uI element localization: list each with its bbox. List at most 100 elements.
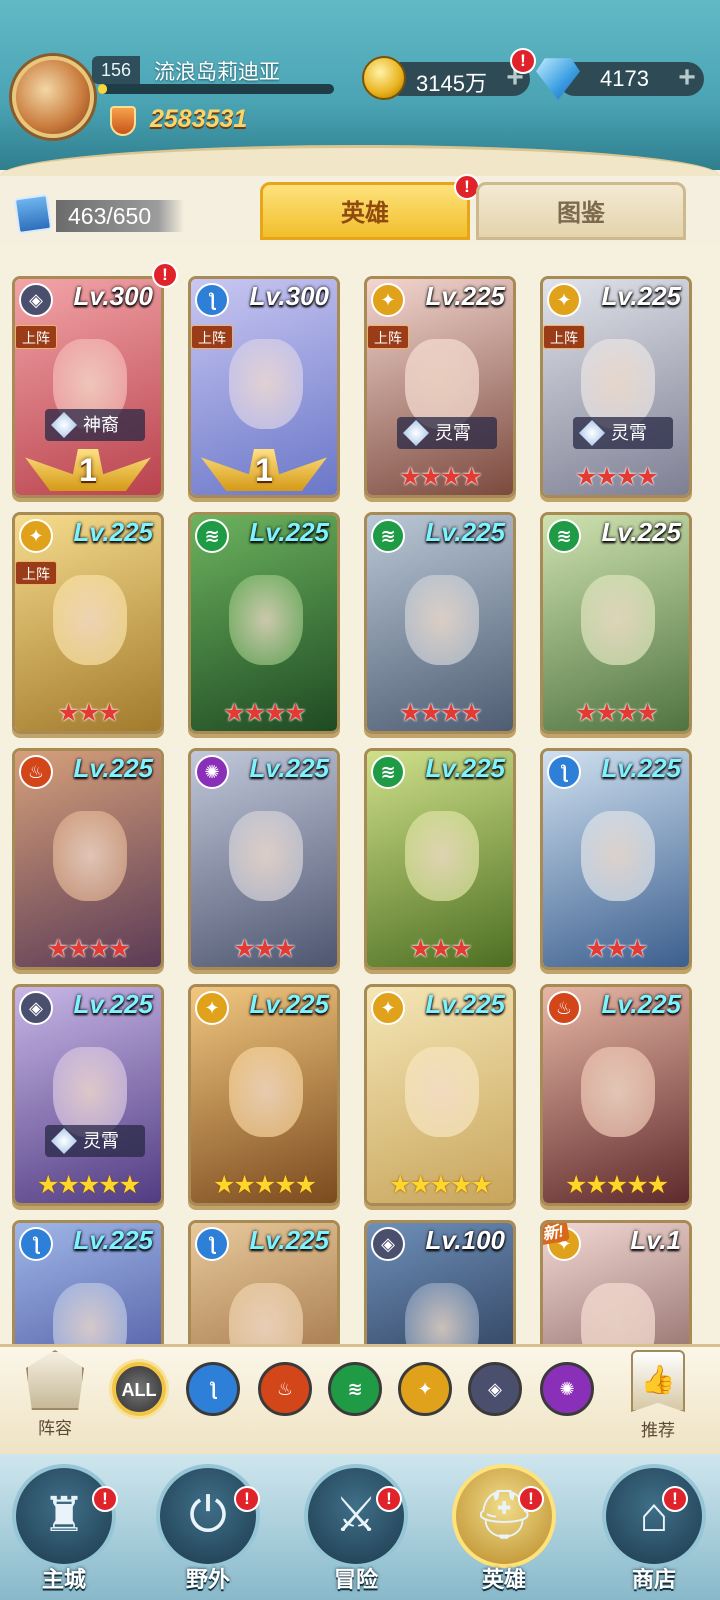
hero-level: Lv.225: [73, 989, 153, 1019]
deployed-tag: 上阵: [15, 325, 57, 349]
hero-card[interactable]: ✦ Lv.225 ★★★★★: [364, 984, 516, 1206]
faction-water-icon: ƪ: [547, 755, 581, 789]
player-avatar[interactable]: [12, 56, 94, 138]
hero-level: Lv.225: [601, 281, 681, 311]
hero-card[interactable]: ƪ Lv.225 ★★★: [540, 748, 692, 970]
hero-card[interactable]: ♨ Lv.225 ★★★★★: [540, 984, 692, 1206]
power-value: 2583531: [150, 105, 248, 133]
gold-amount: 3145万: [416, 71, 487, 96]
hero-card[interactable]: ≋ Lv.225 ★★★★: [540, 512, 692, 734]
hero-card[interactable]: ≋ Lv.225 ★★★★: [364, 512, 516, 734]
faction-dark-icon: ◈: [19, 991, 53, 1025]
lineup-icon: [26, 1350, 84, 1410]
faction-light-icon: ✦: [195, 991, 229, 1025]
hero-card[interactable]: ✦ Lv.225 上阵 灵霄 ★★★★: [540, 276, 692, 498]
shop-icon: ⌂: [639, 1489, 669, 1542]
hero-level: Lv.225: [601, 753, 681, 783]
hero-figure: [405, 1283, 479, 1344]
hero-alert-badge: !: [152, 262, 178, 288]
filter-wind-icon[interactable]: ≋: [328, 1362, 382, 1416]
hero-card[interactable]: ✦ Lv.1 新!: [540, 1220, 692, 1344]
add-diamond-button[interactable]: +: [672, 63, 702, 94]
nav-heroes[interactable]: ⛑ 英雄: [444, 1464, 564, 1600]
nav-wilderness[interactable]: ⏻ 野外: [148, 1464, 268, 1600]
filter-water-icon[interactable]: ƪ: [186, 1362, 240, 1416]
hero-figure: [53, 1047, 127, 1137]
faction-light-icon: ✦: [19, 519, 53, 553]
star-rating: ★★★★★: [36, 1171, 141, 1199]
faction-wind-icon: ≋: [547, 519, 581, 553]
faction-light-icon: ✦: [547, 283, 581, 317]
hero-title-badge: 灵霄: [397, 417, 497, 449]
awaken-rank: 1: [79, 452, 97, 488]
deployed-tag: 上阵: [367, 325, 409, 349]
filter-void-icon[interactable]: ✺: [540, 1362, 594, 1416]
hero-card[interactable]: ƪ Lv.300 上阵 1: [188, 276, 340, 498]
nav-shop[interactable]: ⌂ 商店: [594, 1464, 714, 1600]
hero-card[interactable]: ✦ Lv.225 ★★★★★: [188, 984, 340, 1206]
recommend-button[interactable]: 👍 推荐: [622, 1350, 694, 1441]
hero-card[interactable]: ƪ Lv.225: [188, 1220, 340, 1344]
hero-card[interactable]: ≋ Lv.225 ★★★: [364, 748, 516, 970]
faction-light-icon: ✦: [371, 991, 405, 1025]
star-rating: ★★★: [585, 935, 648, 963]
faction-water-icon: ƪ: [19, 1227, 53, 1261]
filter-dark-icon[interactable]: ◈: [468, 1362, 522, 1416]
hero-card[interactable]: ◈ Lv.300 上阵神裔 1: [12, 276, 164, 498]
faction-fire-icon: ♨: [547, 991, 581, 1025]
awaken-rank: 1: [255, 452, 273, 488]
star-rating: ★★★★: [47, 935, 131, 963]
faction-dark-icon: ◈: [19, 283, 53, 317]
lineup-label: 阵容: [38, 1419, 72, 1438]
faction-light-icon: ✦: [371, 283, 405, 317]
filter-all-button[interactable]: ALL: [112, 1362, 166, 1416]
hero-figure: [405, 575, 479, 665]
deployed-tag: 上阵: [191, 325, 233, 349]
hero-level: Lv.225: [249, 517, 329, 547]
nav-main-city-badge: !: [92, 1486, 118, 1512]
hero-level: Lv.1: [630, 1225, 681, 1255]
hero-card[interactable]: ✺ Lv.225 ★★★: [188, 748, 340, 970]
tab-codex[interactable]: 图鉴: [476, 182, 686, 240]
hero-card[interactable]: ♨ Lv.225 ★★★★: [12, 748, 164, 970]
castle-icon: ♜: [42, 1489, 86, 1542]
hero-cards-icon: [13, 193, 53, 235]
hero-card[interactable]: ◈ Lv.225 灵霄 ★★★★★: [12, 984, 164, 1206]
hero-figure: [229, 339, 303, 429]
hero-figure: [581, 575, 655, 665]
hero-card[interactable]: ≋ Lv.225 ★★★★: [188, 512, 340, 734]
nav-adventure[interactable]: ⚔ 冒险: [296, 1464, 416, 1600]
hero-figure: [405, 339, 479, 429]
hero-card[interactable]: ƪ Lv.225: [12, 1220, 164, 1344]
filter-light-icon[interactable]: ✦: [398, 1362, 452, 1416]
hero-level: Lv.300: [249, 281, 329, 311]
hero-figure: [581, 1283, 655, 1344]
hero-title-badge: 神裔: [45, 409, 145, 441]
lineup-button[interactable]: 阵容: [24, 1350, 86, 1438]
nav-heroes-badge: !: [518, 1486, 544, 1512]
hero-level: Lv.225: [601, 989, 681, 1019]
diamond-amount: 4173: [600, 66, 649, 91]
star-rating: ★★★★: [575, 463, 659, 491]
hero-card[interactable]: ✦ Lv.225 上阵 ★★★: [12, 512, 164, 734]
hero-figure: [53, 811, 127, 901]
star-rating: ★★★★: [399, 699, 483, 727]
faction-water-icon: ƪ: [195, 1227, 229, 1261]
faction-wind-icon: ≋: [371, 519, 405, 553]
star-rating: ★★★★: [575, 699, 659, 727]
tab-heroes[interactable]: 英雄: [260, 182, 470, 240]
star-rating: ★★★★: [223, 699, 307, 727]
hero-card[interactable]: ◈ Lv.100: [364, 1220, 516, 1344]
hero-level: Lv.225: [425, 281, 505, 311]
hero-card[interactable]: ✦ Lv.225 上阵 灵霄 ★★★★: [364, 276, 516, 498]
thumbs-up-icon: 👍: [631, 1350, 685, 1412]
player-name: 流浪岛莉迪亚: [154, 61, 280, 84]
hero-level: Lv.300: [73, 281, 153, 311]
nav-main-city[interactable]: ♜ 主城: [4, 1464, 124, 1600]
nav-shop-badge: !: [662, 1486, 688, 1512]
faction-void-icon: ✺: [195, 755, 229, 789]
hero-figure: [53, 575, 127, 665]
xp-bar: [98, 84, 334, 94]
filter-fire-icon[interactable]: ♨: [258, 1362, 312, 1416]
hero-figure: [581, 339, 655, 429]
